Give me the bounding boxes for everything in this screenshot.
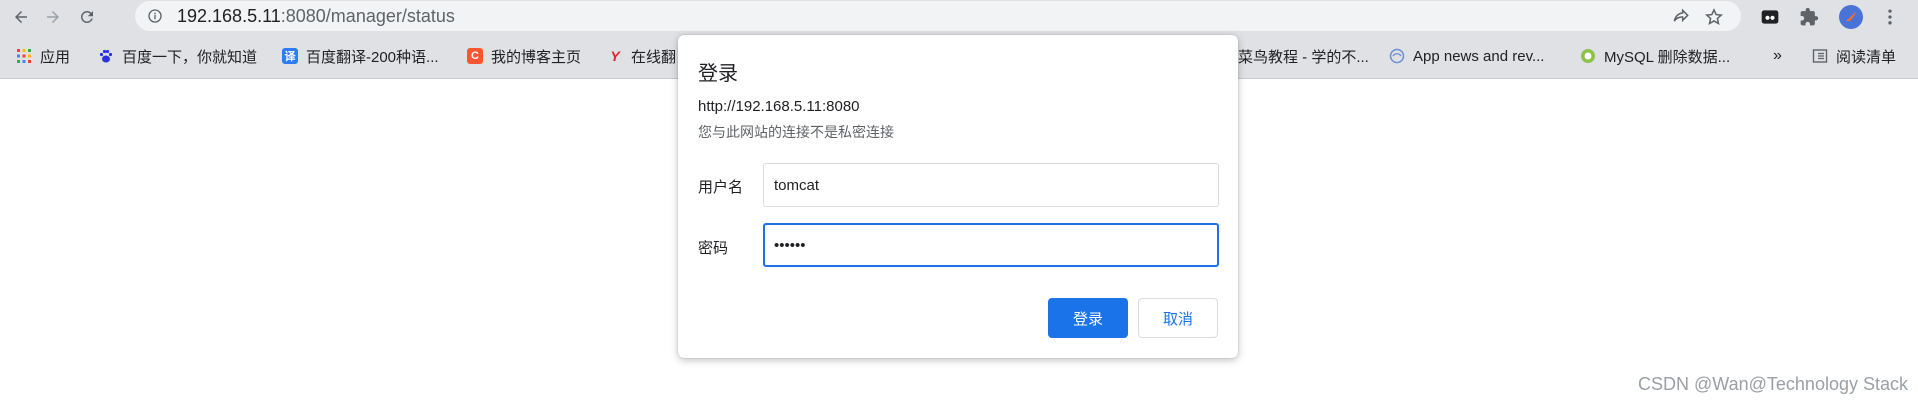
youdao-y-icon: Y (610, 48, 620, 64)
username-label: 用户名 (698, 179, 744, 196)
http-auth-dialog: 登录 http://192.168.5.11:8080 您与此网站的连接不是私密… (678, 35, 1238, 358)
share-icon[interactable] (1671, 7, 1691, 27)
bookmark-apps[interactable]: 应用 (16, 45, 70, 67)
reading-list-icon (1812, 48, 1828, 64)
profile-avatar[interactable] (1839, 5, 1863, 29)
bookmark-star-icon[interactable] (1704, 7, 1724, 27)
reading-list-button[interactable]: 阅读清单 (1812, 45, 1896, 67)
dialog-title: 登录 (698, 63, 738, 85)
kebab-menu-icon (1888, 9, 1892, 25)
bookmark-runoob[interactable]: 菜鸟教程 - 学的不... (1238, 45, 1369, 67)
forward-arrow-icon (47, 11, 59, 23)
browser-menu-button[interactable] (1878, 5, 1902, 29)
dialog-connection-warning: 您与此网站的连接不是私密连接 (698, 124, 894, 140)
profile-bird-icon (1845, 11, 1857, 21)
extension-button[interactable] (1758, 5, 1782, 29)
bookmark-baidu-translate[interactable]: 译 百度翻译-200种语... (282, 45, 439, 67)
username-input[interactable]: tomcat (763, 163, 1219, 207)
bookmark-app-news[interactable]: App news and rev... (1389, 45, 1544, 67)
extension-app-icon (1761, 10, 1779, 24)
back-button[interactable] (8, 4, 34, 30)
extensions-menu-button[interactable] (1797, 5, 1821, 29)
bookmark-label: 应用 (40, 48, 71, 66)
bookmark-label: 我的博客主页 (491, 48, 582, 66)
bookmarks-overflow-button[interactable]: » (1773, 45, 1782, 67)
csdn-c-icon: C (467, 48, 483, 64)
baidu-paw-icon (98, 48, 114, 64)
puzzle-icon (1800, 7, 1819, 26)
reading-list-label: 阅读清单 (1836, 48, 1897, 66)
bookmark-label: 在线翻 (631, 48, 677, 66)
password-input[interactable]: •••••• (763, 223, 1219, 267)
site-info-icon[interactable] (147, 8, 163, 24)
bookmark-label: 百度翻译-200种语... (306, 48, 439, 66)
reload-icon (80, 10, 93, 23)
cancel-button[interactable]: 取消 (1138, 298, 1218, 338)
bookmark-label: 百度一下，你就知道 (122, 48, 258, 66)
translate-icon: 译 (282, 48, 298, 64)
dialog-origin: http://192.168.5.11:8080 (698, 98, 860, 115)
forward-button[interactable] (40, 4, 66, 30)
reload-button[interactable] (74, 4, 100, 30)
url-path: :8080/manager/status (280, 6, 455, 26)
bookmark-label: MySQL 删除数据... (1604, 48, 1731, 66)
bookmark-mysql[interactable]: MySQL 删除数据... (1580, 45, 1730, 67)
bookmark-label: 菜鸟教程 - 学的不... (1238, 48, 1369, 66)
password-label: 密码 (698, 240, 729, 257)
app-news-icon (1389, 48, 1405, 64)
bookmark-label: App news and rev... (1413, 47, 1545, 65)
back-arrow-icon (15, 11, 27, 23)
bookmark-baidu[interactable]: 百度一下，你就知道 (98, 45, 257, 67)
bookmark-blog-home[interactable]: C 我的博客主页 (467, 45, 581, 67)
bookmark-online-translate[interactable]: Y 在线翻 (607, 45, 676, 67)
url-host: 192.168.5.11 (177, 6, 281, 26)
browser-toolbar: 192.168.5.11:8080/manager/status (0, 0, 1918, 33)
url-text: 192.168.5.11:8080/manager/status (177, 6, 455, 26)
address-bar[interactable]: 192.168.5.11:8080/manager/status (135, 1, 1741, 31)
watermark-text: CSDN @Wan@Technology Stack (1638, 374, 1908, 394)
mysql-icon (1580, 48, 1596, 64)
apps-grid-icon (16, 48, 32, 64)
login-button[interactable]: 登录 (1048, 298, 1128, 338)
